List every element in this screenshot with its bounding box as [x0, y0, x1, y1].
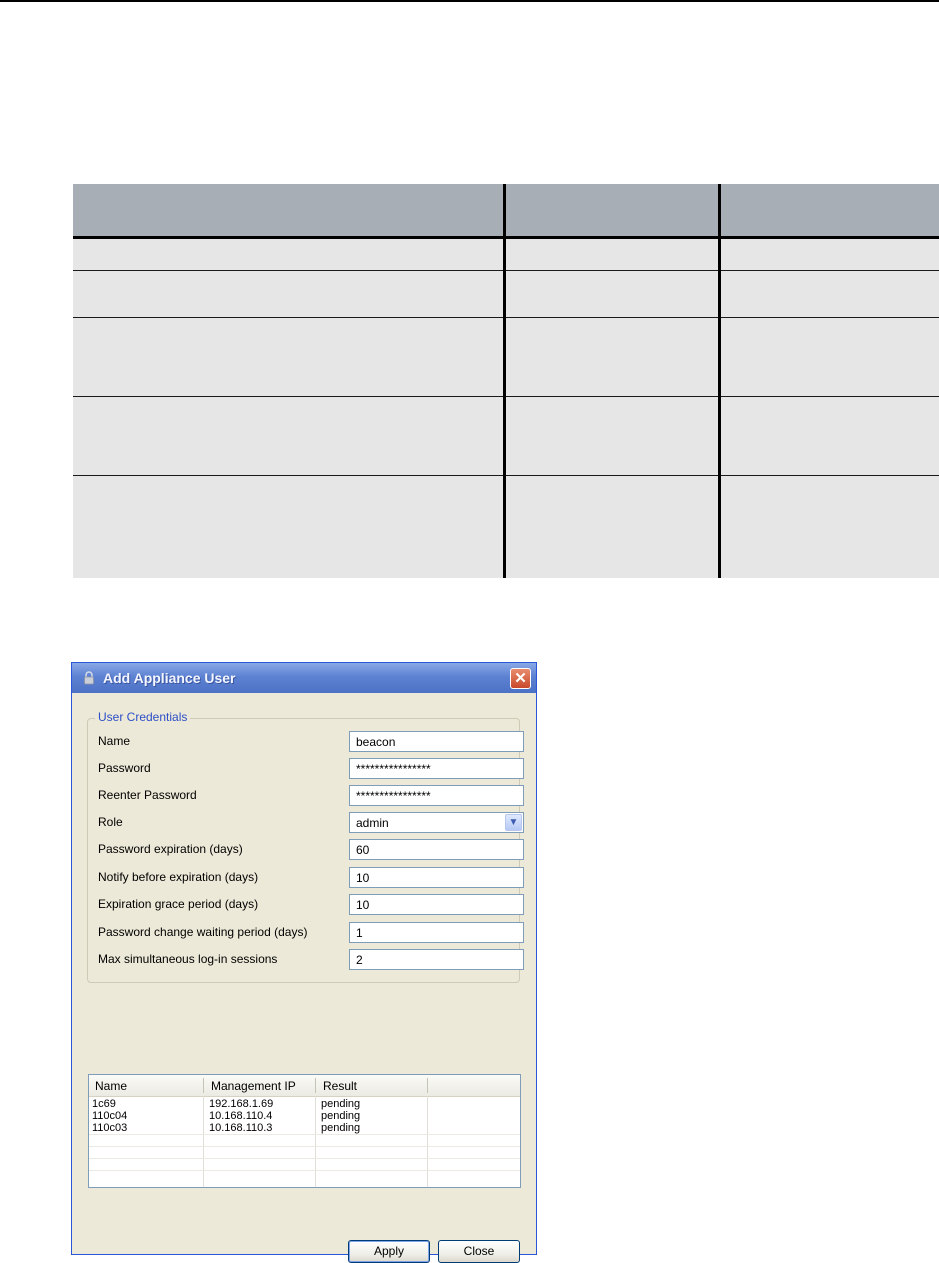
cell-name: 110c04 [92, 1110, 128, 1122]
password-change-waiting-row: Password change waiting period (days) 1 [98, 922, 524, 944]
group-legend: User Credentials [95, 710, 191, 724]
cell-result: pending [321, 1098, 361, 1110]
grid-line [89, 1146, 520, 1147]
cell-result: pending [321, 1122, 361, 1134]
role-value: admin [356, 816, 389, 830]
role-select[interactable]: admin ▼ [349, 812, 524, 833]
field-label: Max simultaneous log-in sessions [98, 952, 278, 966]
grid-line [89, 1158, 520, 1159]
column-header-management-ip[interactable]: Management IP [211, 1079, 296, 1093]
dialog-title: Add Appliance User [103, 670, 236, 686]
notify-before-expiration-row: Notify before expiration (days) 10 [98, 867, 524, 889]
password-expiration-row: Password expiration (days) 60 [98, 839, 524, 861]
max-sessions-row: Max simultaneous log-in sessions 2 [98, 949, 524, 971]
field-label: Password [98, 761, 151, 775]
table-row [73, 271, 939, 317]
password-input[interactable]: **************** [349, 758, 524, 779]
table-row [73, 476, 939, 578]
field-label: Name [98, 734, 131, 748]
field-label: Password change waiting period (days) [98, 925, 308, 939]
cell-result: pending [321, 1110, 361, 1122]
list-item[interactable]: 110c04 10.168.110.4 pending [89, 1111, 520, 1122]
password-change-waiting-input[interactable]: 1 [349, 922, 524, 943]
column-header-name[interactable]: Name [95, 1079, 127, 1093]
apply-button[interactable]: Apply [348, 1240, 430, 1263]
chevron-down-icon[interactable]: ▼ [505, 814, 522, 831]
field-label: Role [98, 815, 123, 829]
dialog-title-bar[interactable]: Add Appliance User ✕ [72, 663, 536, 693]
cell-ip: 10.168.110.4 [209, 1110, 273, 1122]
notify-before-expiration-input[interactable]: 10 [349, 867, 524, 888]
table-row [73, 239, 939, 270]
cell-ip: 10.168.110.3 [209, 1122, 273, 1134]
cell-name: 110c03 [92, 1122, 128, 1134]
table-row [73, 397, 939, 475]
close-button[interactable]: Close [438, 1240, 520, 1263]
field-label: Expiration grace period (days) [98, 897, 259, 911]
grid-line [89, 1170, 520, 1171]
close-icon[interactable]: ✕ [510, 668, 531, 689]
cell-ip: 192.168.1.69 [209, 1098, 274, 1110]
name-input[interactable]: beacon [349, 731, 524, 752]
list-item[interactable]: 1c69 192.168.1.69 pending [89, 1099, 520, 1110]
reenter-password-input[interactable]: **************** [349, 785, 524, 806]
table-header-row [73, 184, 939, 236]
password-expiration-input[interactable]: 60 [349, 839, 524, 860]
name-row: Name beacon [98, 731, 524, 753]
field-label: Reenter Password [98, 788, 197, 802]
lock-icon [84, 671, 94, 685]
column-divider[interactable] [203, 1078, 204, 1093]
table-column-divider [718, 184, 721, 578]
table-column-divider [503, 184, 506, 578]
grid-line [89, 1134, 520, 1135]
column-divider[interactable] [315, 1078, 316, 1093]
column-header-result[interactable]: Result [323, 1079, 357, 1093]
column-divider[interactable] [427, 1078, 428, 1093]
role-row: Role admin ▼ [98, 812, 524, 834]
max-sessions-input[interactable]: 2 [349, 949, 524, 970]
list-header: Name Management IP Result [89, 1075, 520, 1097]
document-table [73, 184, 939, 578]
password-row: Password **************** [98, 758, 524, 780]
expiration-grace-period-row: Expiration grace period (days) 10 [98, 894, 524, 916]
field-label: Password expiration (days) [98, 842, 243, 856]
list-item[interactable]: 110c03 10.168.110.3 pending [89, 1123, 520, 1134]
reenter-password-row: Reenter Password **************** [98, 785, 524, 807]
user-credentials-group: User Credentials Name beacon Password **… [87, 710, 524, 983]
expiration-grace-period-input[interactable]: 10 [349, 894, 524, 915]
field-label: Notify before expiration (days) [98, 870, 259, 884]
cell-name: 1c69 [92, 1098, 116, 1110]
appliance-list[interactable]: Name Management IP Result 1c69 192.168.1… [88, 1074, 521, 1188]
add-appliance-user-dialog: Add Appliance User ✕ User Credentials Na… [71, 662, 537, 1263]
table-row [73, 318, 939, 396]
page-header-rule [0, 0, 939, 2]
